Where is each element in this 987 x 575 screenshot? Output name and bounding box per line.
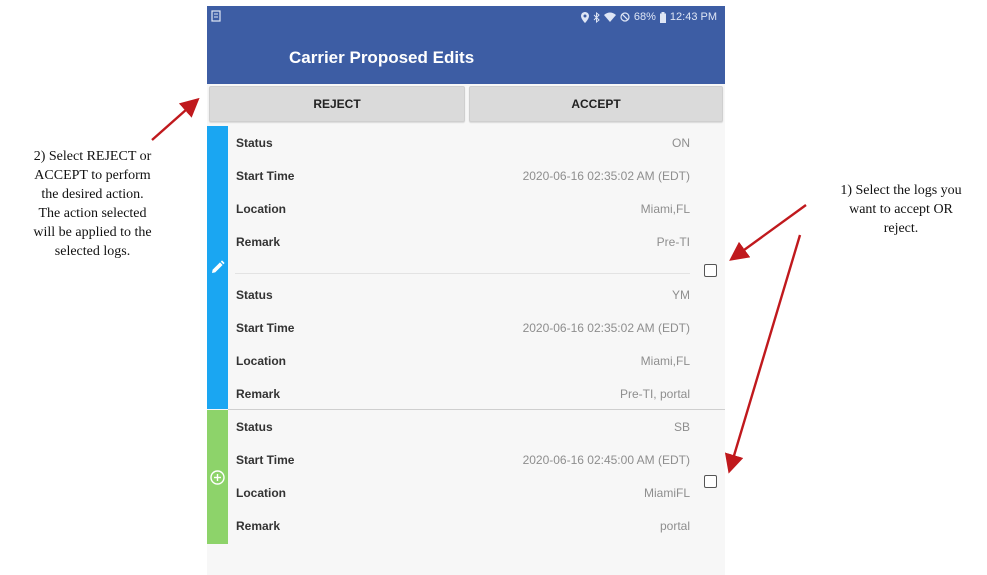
entry-divider xyxy=(235,273,690,274)
instruction-note-step-1: 1) Select the logs you want to accept OR… xyxy=(815,181,987,238)
note-line: reject. xyxy=(883,221,919,236)
log-row-remark: Remark Pre-TI xyxy=(228,227,690,260)
note-line: 2) Select REJECT or xyxy=(33,149,152,164)
log-row-status: Status SB xyxy=(228,412,690,445)
field-value: Miami,FL xyxy=(640,202,690,216)
note-line: want to accept OR xyxy=(849,202,953,217)
arrow-to-first-checkbox xyxy=(729,204,807,261)
log-entry: Status YM Start Time 2020-06-16 02:35:02… xyxy=(228,278,690,409)
field-value: 2020-06-16 02:45:00 AM (EDT) xyxy=(522,453,690,467)
note-line: ACCEPT to perform xyxy=(34,168,151,183)
log-group-edited: Status ON Start Time 2020-06-16 02:35:02… xyxy=(207,126,725,409)
log-row-remark: Remark portal xyxy=(228,511,690,544)
battery-percent: 68% xyxy=(633,11,656,23)
field-value: SB xyxy=(673,420,690,434)
field-value: YM xyxy=(672,288,690,302)
log-row-status: Status ON xyxy=(228,128,690,161)
pencil-icon xyxy=(212,260,225,273)
arrow-to-action-buttons xyxy=(151,97,200,141)
phone-screen: 68% 12:43 PM Carrier Proposed Edits REJE… xyxy=(207,6,725,575)
field-value: 2020-06-16 02:35:02 AM (EDT) xyxy=(522,169,690,183)
field-value: Pre-TI, portal xyxy=(619,387,690,401)
field-label: Remark xyxy=(236,519,281,533)
app-bar: 68% 12:43 PM Carrier Proposed Edits xyxy=(207,6,725,84)
instruction-note-step-2: 2) Select REJECT or ACCEPT to perform th… xyxy=(0,147,185,261)
clock-time: 12:43 PM xyxy=(669,11,717,23)
log-entry: Status ON Start Time 2020-06-16 02:35:02… xyxy=(228,126,690,270)
log-row-location: Location Miami,FL xyxy=(228,346,690,379)
field-value: 2020-06-16 02:35:02 AM (EDT) xyxy=(522,321,690,335)
field-value: ON xyxy=(672,136,690,150)
note-line: the desired action. xyxy=(41,187,144,202)
field-label: Start Time xyxy=(236,453,295,467)
field-label: Remark xyxy=(236,235,281,249)
field-label: Remark xyxy=(236,387,281,401)
field-value: portal xyxy=(659,519,690,533)
log-row-location: Location MiamiFL xyxy=(228,478,690,511)
note-line: 1) Select the logs you xyxy=(840,183,962,198)
note-line: selected logs. xyxy=(54,244,131,259)
field-value: MiamiFL xyxy=(643,486,690,500)
location-icon xyxy=(580,11,589,23)
bluetooth-icon xyxy=(593,11,600,23)
plus-circle-icon xyxy=(210,470,225,485)
field-value: Pre-TI xyxy=(656,235,690,249)
do-not-disturb-icon xyxy=(620,12,630,22)
field-label: Location xyxy=(236,354,286,368)
wifi-icon xyxy=(603,12,616,22)
field-label: Status xyxy=(236,136,273,150)
notification-icon xyxy=(211,10,221,22)
log-group-checkbox[interactable] xyxy=(704,475,717,488)
reject-button[interactable]: REJECT xyxy=(209,86,465,122)
battery-icon xyxy=(659,11,666,23)
arrow-to-second-checkbox xyxy=(724,234,802,474)
action-bar: REJECT ACCEPT xyxy=(207,86,725,122)
log-row-start-time: Start Time 2020-06-16 02:35:02 AM (EDT) xyxy=(228,161,690,194)
log-group-checkbox[interactable] xyxy=(704,264,717,277)
log-row-status: Status YM xyxy=(228,280,690,313)
field-label: Status xyxy=(236,420,273,434)
log-row-remark: Remark Pre-TI, portal xyxy=(228,379,690,412)
field-label: Status xyxy=(236,288,273,302)
accept-button[interactable]: ACCEPT xyxy=(469,86,723,122)
log-row-start-time: Start Time 2020-06-16 02:45:00 AM (EDT) xyxy=(228,445,690,478)
field-label: Location xyxy=(236,486,286,500)
field-label: Location xyxy=(236,202,286,216)
note-line: The action selected xyxy=(38,206,147,221)
field-label: Start Time xyxy=(236,169,295,183)
field-label: Start Time xyxy=(236,321,295,335)
page-title: Carrier Proposed Edits xyxy=(289,48,475,67)
status-bar: 68% 12:43 PM xyxy=(207,6,725,28)
log-group-added: Status SB Start Time 2020-06-16 02:45:00… xyxy=(207,410,725,544)
log-row-start-time: Start Time 2020-06-16 02:35:02 AM (EDT) xyxy=(228,313,690,346)
field-value: Miami,FL xyxy=(640,354,690,368)
note-line: will be applied to the xyxy=(33,225,152,240)
log-row-location: Location Miami,FL xyxy=(228,194,690,227)
log-entry: Status SB Start Time 2020-06-16 02:45:00… xyxy=(228,410,690,544)
